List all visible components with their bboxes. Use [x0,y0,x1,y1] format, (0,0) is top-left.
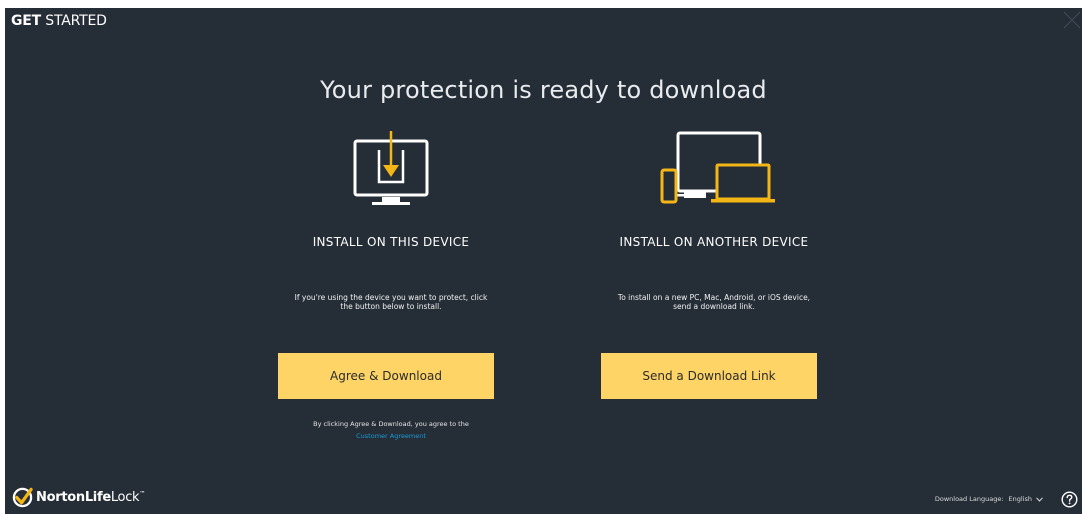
logo-wordmark: NortonLifeLock™ [36,489,145,505]
close-button[interactable] [1060,8,1082,30]
nortonlifelock-logo: NortonLifeLock™ [12,486,145,508]
window-title: GET STARTED [11,13,107,29]
help-circle-icon [1061,491,1078,508]
multi-device-icon [584,128,844,218]
chevron-down-icon [1036,496,1043,502]
download-language: Download Language: English [935,495,1043,503]
window-title-bold: GET [11,13,42,29]
monitor-download-icon [261,128,521,218]
get-started-panel: GET STARTED Your protection is ready to … [5,8,1082,514]
description-line-2: send a download link. [673,302,755,311]
install-this-device-description: If you're using the device you want to p… [261,293,521,311]
download-language-label: Download Language: [934,495,1004,503]
agree-download-button[interactable]: Agree & Download [278,353,494,399]
customer-agreement-link[interactable]: Customer Agreement [261,430,521,442]
app-window: GET STARTED Your protection is ready to … [0,0,1082,514]
description-line-2: the button below to install. [340,302,442,311]
install-another-device-description: To install on a new PC, Mac, Android, or… [584,293,844,311]
agreement-text: By clicking Agree & Download, you agree … [313,420,469,428]
agreement-note: By clicking Agree & Download, you agree … [261,418,521,442]
window-title-rest: STARTED [41,13,107,29]
close-icon [1063,11,1081,29]
install-another-device-heading: INSTALL ON ANOTHER DEVICE [619,235,809,249]
description-line-1: If you're using the device you want to p… [294,293,488,302]
install-this-device-heading: INSTALL ON THIS DEVICE [312,235,470,249]
norton-checkmark-icon [12,487,33,507]
page-title: Your protection is ready to download [320,76,767,104]
description-line-1: To install on a new PC, Mac, Android, or… [617,293,811,302]
send-download-link-button[interactable]: Send a Download Link [601,353,817,399]
help-button[interactable] [1061,491,1078,508]
language-value: English [1008,495,1032,503]
language-dropdown[interactable]: English [1009,495,1043,503]
